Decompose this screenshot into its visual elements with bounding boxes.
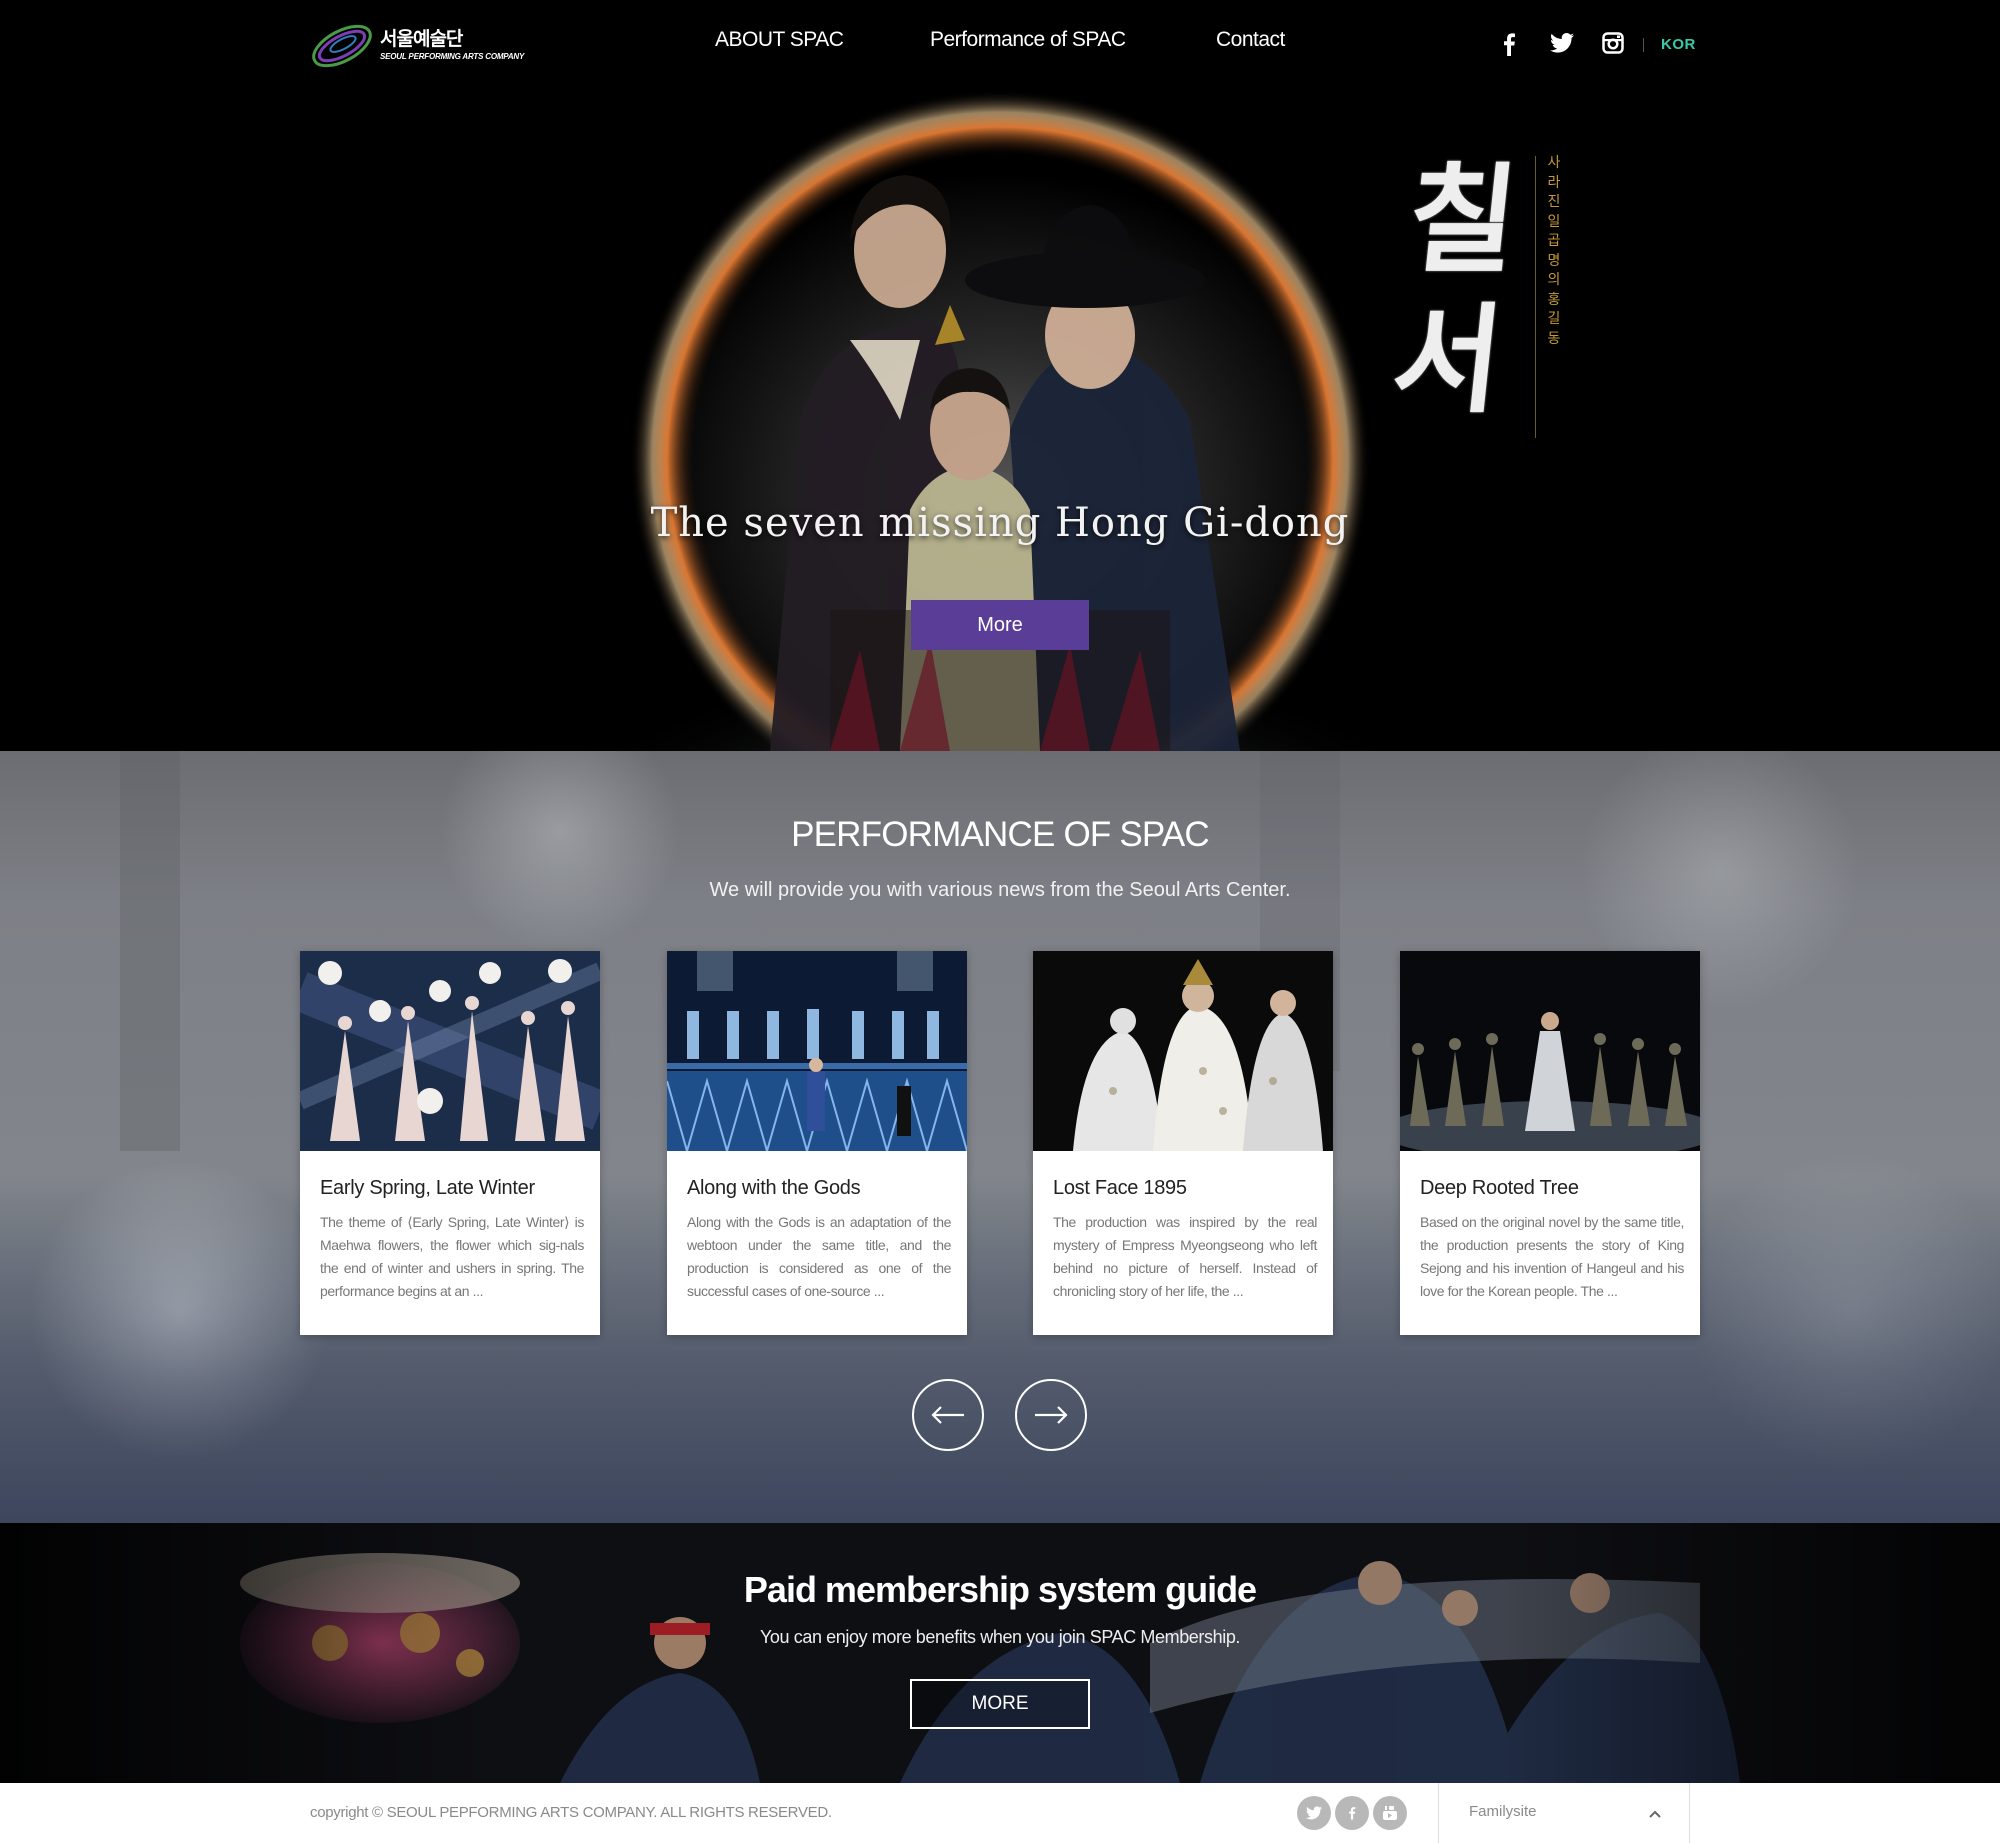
membership-title: Paid membership system guide bbox=[743, 1569, 1257, 1610]
arrow-left-icon bbox=[931, 1406, 964, 1424]
card-image-deep-rooted-tree bbox=[1400, 951, 1700, 1151]
card-description: Based on the original novel by the same … bbox=[1420, 1214, 1684, 1299]
membership-more-button[interactable]: MORE bbox=[910, 1679, 1090, 1729]
hero-vertical-subtitle: 사라진 일곱 명의 홍길동 bbox=[1547, 155, 1561, 347]
carousel-prev-button[interactable] bbox=[912, 1379, 984, 1451]
card-image-along-with-the-gods bbox=[667, 951, 967, 1151]
performance-card[interactable]: Lost Face 1895 The production was inspir… bbox=[1033, 951, 1333, 1335]
language-switch[interactable]: KOR bbox=[1661, 36, 1696, 53]
site-header: 서울예술단 SEOUL PERFORMING ARTS COMPANY ABOU… bbox=[0, 0, 2000, 90]
familysite-label: Familysite bbox=[1469, 1803, 1537, 1820]
copyright-text: copyright © SEOUL PEPFORMING ARTS COMPAN… bbox=[310, 1804, 832, 1821]
hero-title: The seven missing Hong Gi-dong bbox=[650, 500, 1350, 546]
instagram-icon[interactable] bbox=[1602, 32, 1624, 58]
header-divider bbox=[1643, 38, 1644, 52]
performance-card[interactable]: Deep Rooted Tree Based on the original n… bbox=[1400, 951, 1700, 1335]
site-footer: copyright © SEOUL PEPFORMING ARTS COMPAN… bbox=[0, 1783, 2000, 1843]
hero-more-button[interactable]: More bbox=[911, 600, 1089, 650]
nav-contact[interactable]: Contact bbox=[1216, 28, 1285, 52]
carousel-next-button[interactable] bbox=[1015, 1379, 1087, 1451]
card-image-lost-face-1895 bbox=[1033, 951, 1333, 1151]
hero-banner: 칠서 사라진 일곱 명의 홍길동 The seven missing Hong … bbox=[0, 90, 2000, 751]
card-title: Deep Rooted Tree bbox=[1420, 1177, 1579, 1199]
chevron-up-icon bbox=[1649, 1805, 1661, 1823]
facebook-icon[interactable] bbox=[1335, 1796, 1369, 1830]
arrow-right-icon bbox=[1035, 1406, 1068, 1424]
youtube-icon[interactable] bbox=[1373, 1796, 1407, 1830]
card-title: Early Spring, Late Winter bbox=[320, 1177, 535, 1199]
performance-section: PERFORMANCE OF SPAC We will provide you … bbox=[0, 751, 2000, 1523]
card-description: Along with the Gods is an adaptation of … bbox=[687, 1214, 951, 1299]
twitter-icon[interactable] bbox=[1297, 1796, 1331, 1830]
hero-image bbox=[0, 90, 2000, 751]
card-description: The theme of ⟨Early Spring, Late Winter⟩… bbox=[320, 1214, 584, 1299]
membership-banner: Paid membership system guide You can enj… bbox=[0, 1523, 2000, 1783]
twitter-icon[interactable] bbox=[1550, 32, 1574, 58]
performance-subtitle: We will provide you with various news fr… bbox=[709, 879, 1291, 901]
hero-vertical-divider bbox=[1535, 156, 1536, 438]
card-title: Along with the Gods bbox=[687, 1177, 861, 1199]
performance-card[interactable]: Early Spring, Late Winter The theme of ⟨… bbox=[300, 951, 600, 1335]
card-title: Lost Face 1895 bbox=[1053, 1177, 1187, 1199]
performance-card[interactable]: Along with the Gods Along with the Gods … bbox=[667, 951, 967, 1335]
performance-title: PERFORMANCE OF SPAC bbox=[791, 815, 1210, 854]
main-nav: ABOUT SPAC Performance of SPAC Contact bbox=[0, 28, 2000, 62]
nav-performance-of-spac[interactable]: Performance of SPAC bbox=[930, 28, 1126, 52]
membership-subtitle: You can enjoy more benefits when you joi… bbox=[759, 1627, 1241, 1647]
facebook-icon[interactable] bbox=[1500, 32, 1518, 58]
membership-background-image bbox=[0, 1523, 2000, 1783]
card-description: The production was inspired by the real … bbox=[1053, 1214, 1317, 1299]
nav-about-spac[interactable]: ABOUT SPAC bbox=[715, 28, 844, 52]
card-image-early-spring bbox=[300, 951, 600, 1151]
familysite-dropdown[interactable]: Familysite bbox=[1438, 1783, 1690, 1843]
